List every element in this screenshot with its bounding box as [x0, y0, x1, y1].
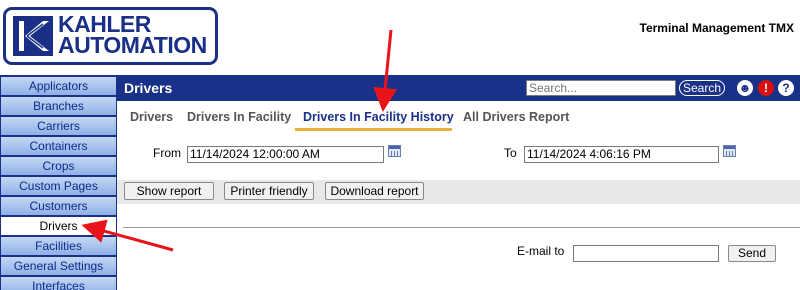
- tab-drivers-in-facility-history[interactable]: Drivers In Facility History: [303, 110, 454, 124]
- page-title: Drivers: [124, 80, 173, 96]
- tab-drivers[interactable]: Drivers: [130, 110, 173, 124]
- kahler-automation-logo[interactable]: KAHLER AUTOMATION: [3, 7, 218, 65]
- sidebar-item-applicators[interactable]: Applicators: [1, 77, 116, 95]
- report-toolbar: [117, 180, 800, 204]
- sidebar-item-customers[interactable]: Customers: [1, 197, 116, 215]
- user-icon[interactable]: ☻: [737, 80, 753, 96]
- sidebar-item-facilities[interactable]: Facilities: [1, 237, 116, 255]
- logo-wordmark: KAHLER AUTOMATION: [58, 13, 207, 58]
- sidebar-item-general-settings[interactable]: General Settings: [1, 257, 116, 275]
- from-label: From: [153, 146, 181, 160]
- sidebar-item-drivers[interactable]: Drivers: [1, 217, 116, 235]
- sidebar-item-carriers[interactable]: Carriers: [1, 117, 116, 135]
- from-calendar-icon[interactable]: [388, 145, 401, 157]
- tab-all-drivers-report[interactable]: All Drivers Report: [463, 110, 569, 124]
- sidebar-item-containers[interactable]: Containers: [1, 137, 116, 155]
- email-label: E-mail to: [517, 244, 565, 258]
- logo-line-2: AUTOMATION: [58, 32, 207, 58]
- email-field[interactable]: [573, 245, 719, 262]
- sidebar: Applicators Branches Carriers Containers…: [0, 75, 117, 290]
- tab-drivers-in-facility[interactable]: Drivers In Facility: [187, 110, 291, 124]
- app-title: Terminal Management TMX: [639, 21, 794, 35]
- from-date-input[interactable]: 11/14/2024 12:00:00 AM: [187, 146, 384, 163]
- sidebar-item-interfaces[interactable]: Interfaces: [1, 277, 116, 290]
- send-button[interactable]: Send: [728, 245, 776, 262]
- download-report-button[interactable]: Download report: [325, 182, 424, 200]
- page-header: Drivers Search ☻ ! ?: [117, 75, 800, 101]
- sidebar-item-custom-pages[interactable]: Custom Pages: [1, 177, 116, 195]
- search-input[interactable]: [526, 80, 676, 96]
- kahler-k-icon: [13, 16, 53, 56]
- search-button[interactable]: Search: [679, 80, 725, 96]
- alert-icon[interactable]: !: [758, 80, 774, 96]
- sidebar-item-crops[interactable]: Crops: [1, 157, 116, 175]
- printer-friendly-button[interactable]: Printer friendly: [224, 182, 314, 200]
- divider: [123, 227, 800, 228]
- to-label: To: [504, 146, 517, 160]
- sidebar-item-branches[interactable]: Branches: [1, 97, 116, 115]
- help-icon[interactable]: ?: [778, 80, 794, 96]
- show-report-button[interactable]: Show report: [124, 182, 214, 200]
- to-date-input[interactable]: 11/14/2024 4:06:16 PM: [524, 146, 719, 163]
- active-tab-indicator: [295, 128, 452, 131]
- to-calendar-icon[interactable]: [723, 145, 736, 157]
